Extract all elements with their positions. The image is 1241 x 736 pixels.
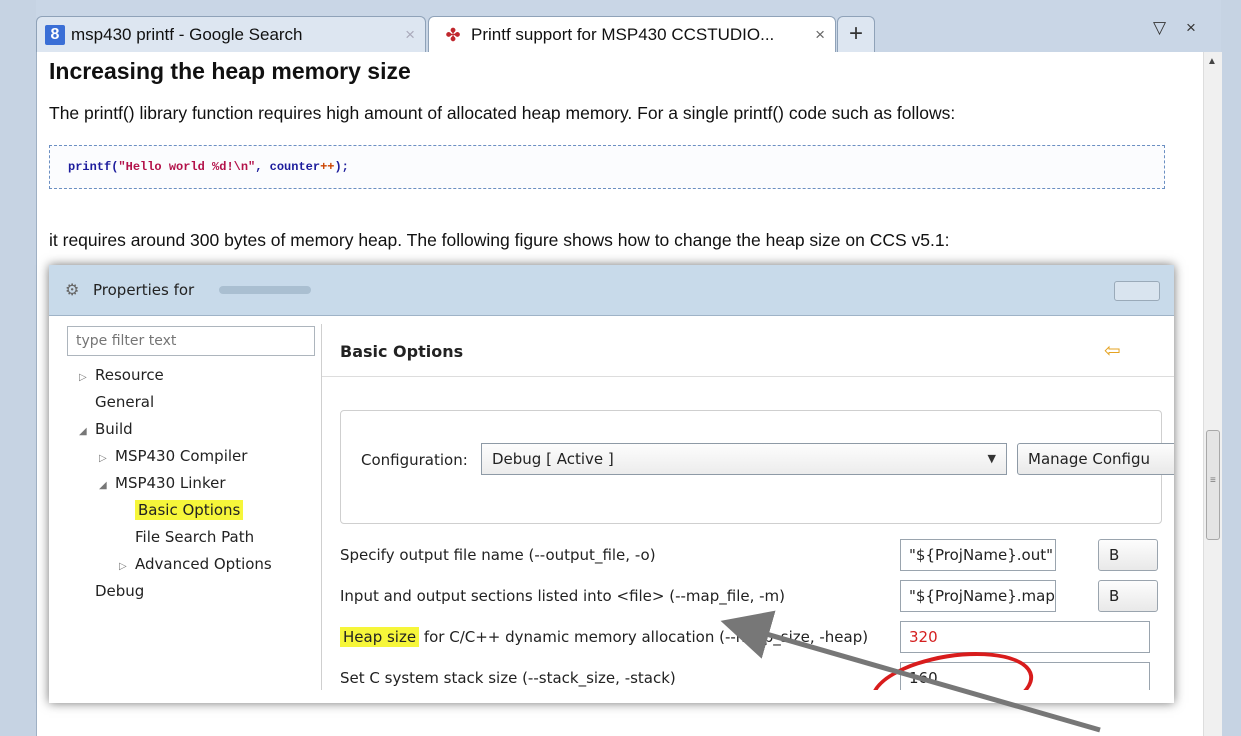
option-label-text: Specify output file name (--output_file,… bbox=[340, 546, 656, 564]
tree-item-label: File Search Path bbox=[135, 528, 255, 546]
option-label-text: for C/C++ dynamic memory allocation (--h… bbox=[419, 628, 869, 646]
tab-google-search[interactable]: 8 msp430 printf - Google Search × bbox=[36, 16, 426, 52]
tab-menu-icon[interactable]: ▽ bbox=[1153, 18, 1166, 38]
tree-item-label: Advanced Options bbox=[135, 555, 272, 573]
close-icon[interactable]: × bbox=[405, 25, 415, 45]
tab-printf-support[interactable]: ✤ Printf support for MSP430 CCSTUDIO... … bbox=[428, 16, 836, 52]
ti-logo-icon: ✤ bbox=[445, 24, 461, 45]
tree-item-label: Build bbox=[95, 420, 133, 438]
expand-arrow-icon[interactable]: ◢ bbox=[79, 426, 95, 437]
tree-item[interactable]: ▷ MSP430 Compiler bbox=[99, 447, 247, 465]
code-line: printf("Hello world %d!\n", counter++); bbox=[68, 160, 349, 174]
manage-configurations-button[interactable]: Manage Configu bbox=[1017, 443, 1174, 475]
configuration-select[interactable]: Debug [ Active ] ▼ bbox=[481, 443, 1007, 475]
tab-title: Printf support for MSP430 CCSTUDIO... bbox=[471, 24, 775, 44]
configuration-label: Configuration: bbox=[361, 451, 468, 469]
page-content: Increasing the heap memory size The prin… bbox=[37, 52, 1203, 736]
option-label-text: Set C system stack size (--stack_size, -… bbox=[340, 669, 676, 687]
highlighted-text: Heap size bbox=[340, 627, 420, 647]
option-value-field[interactable]: "${ProjName}.out" bbox=[900, 539, 1056, 571]
back-arrow-icon[interactable]: ⇦ bbox=[1104, 338, 1121, 362]
tree-item[interactable]: Debug bbox=[79, 582, 144, 600]
code-block: printf("Hello world %d!\n", counter++); bbox=[49, 145, 1165, 189]
browser-frame-left bbox=[0, 0, 37, 736]
tree-item[interactable]: ◢ MSP430 Linker bbox=[99, 474, 226, 492]
page-scrollbar[interactable]: ▲ ≡ bbox=[1203, 52, 1222, 736]
option-value-field[interactable]: "${ProjName}.map" bbox=[900, 580, 1056, 612]
tree-item-label: Resource bbox=[95, 366, 164, 384]
tab-bar: 8 msp430 printf - Google Search × ✤ Prin… bbox=[36, 0, 1221, 52]
dialog-title-bar: ⚙ Properties for bbox=[49, 265, 1174, 316]
google-icon: 8 bbox=[45, 24, 65, 45]
tab-title: msp430 printf - Google Search bbox=[71, 24, 303, 44]
browse-button[interactable]: B bbox=[1098, 580, 1158, 612]
tree-item[interactable]: General bbox=[79, 393, 154, 411]
configuration-group: Configuration: Debug [ Active ] ▼ Manage… bbox=[340, 410, 1174, 524]
expand-arrow-icon[interactable]: ▷ bbox=[79, 372, 95, 383]
scroll-thumb[interactable]: ≡ bbox=[1206, 430, 1220, 540]
option-label: Set C system stack size (--stack_size, -… bbox=[340, 669, 676, 687]
article-paragraph-1: The printf() library function requires h… bbox=[49, 103, 956, 123]
tree-item-label: MSP430 Compiler bbox=[115, 447, 248, 465]
property-tree-pane: ▷ResourceGeneral◢Build▷MSP430 Compiler◢M… bbox=[59, 324, 322, 703]
blurred-project-name bbox=[219, 286, 311, 294]
chevron-down-icon: ▼ bbox=[987, 452, 996, 465]
window-close-icon[interactable]: × bbox=[1186, 18, 1196, 38]
tree-item[interactable]: ▷ Advanced Options bbox=[119, 555, 272, 573]
article-paragraph-2: it requires around 300 bytes of memory h… bbox=[49, 230, 950, 250]
tree-item[interactable]: Basic Options bbox=[119, 500, 244, 520]
article-heading: Increasing the heap memory size bbox=[49, 58, 411, 84]
dialog-title: Properties for bbox=[93, 281, 195, 299]
new-tab-button[interactable]: + bbox=[837, 16, 875, 52]
tree-item-label: MSP430 Linker bbox=[115, 474, 226, 492]
scroll-up-icon[interactable]: ▲ bbox=[1207, 56, 1217, 67]
expand-arrow-icon[interactable]: ▷ bbox=[119, 561, 135, 572]
browse-button[interactable]: B bbox=[1098, 539, 1158, 571]
browser-frame-right bbox=[1220, 0, 1241, 736]
tree-item[interactable]: ◢ Build bbox=[79, 420, 133, 438]
tree-item[interactable]: ▷ Resource bbox=[79, 366, 164, 384]
filter-input[interactable] bbox=[67, 326, 315, 356]
option-label: Specify output file name (--output_file,… bbox=[340, 546, 656, 564]
option-label-text: Input and output sections listed into <f… bbox=[340, 587, 786, 605]
torn-edge bbox=[49, 690, 1174, 703]
option-label: Input and output sections listed into <f… bbox=[340, 587, 785, 605]
tree-item[interactable]: File Search Path bbox=[119, 528, 254, 546]
tree-item-label: Debug bbox=[95, 582, 145, 600]
tree-item-label: General bbox=[95, 393, 155, 411]
properties-icon: ⚙ bbox=[65, 280, 80, 299]
option-value-field[interactable]: 320 bbox=[900, 621, 1150, 653]
section-title: Basic Options bbox=[340, 342, 464, 361]
minimize-button[interactable] bbox=[1114, 281, 1160, 301]
grip-icon: ≡ bbox=[1210, 475, 1216, 486]
properties-dialog-screenshot: ⚙ Properties for ▷ResourceGeneral◢Build▷… bbox=[49, 265, 1174, 703]
expand-arrow-icon[interactable]: ▷ bbox=[99, 453, 115, 464]
expand-arrow-icon[interactable]: ◢ bbox=[99, 480, 115, 491]
option-label: Heap size for C/C++ dynamic memory alloc… bbox=[340, 627, 869, 647]
options-header: Basic Options ⇦ bbox=[322, 324, 1174, 377]
tree-item-label: Basic Options bbox=[135, 500, 244, 520]
options-pane: Basic Options ⇦ Configuration: Debug [ A… bbox=[322, 324, 1174, 703]
close-icon[interactable]: × bbox=[815, 25, 825, 45]
